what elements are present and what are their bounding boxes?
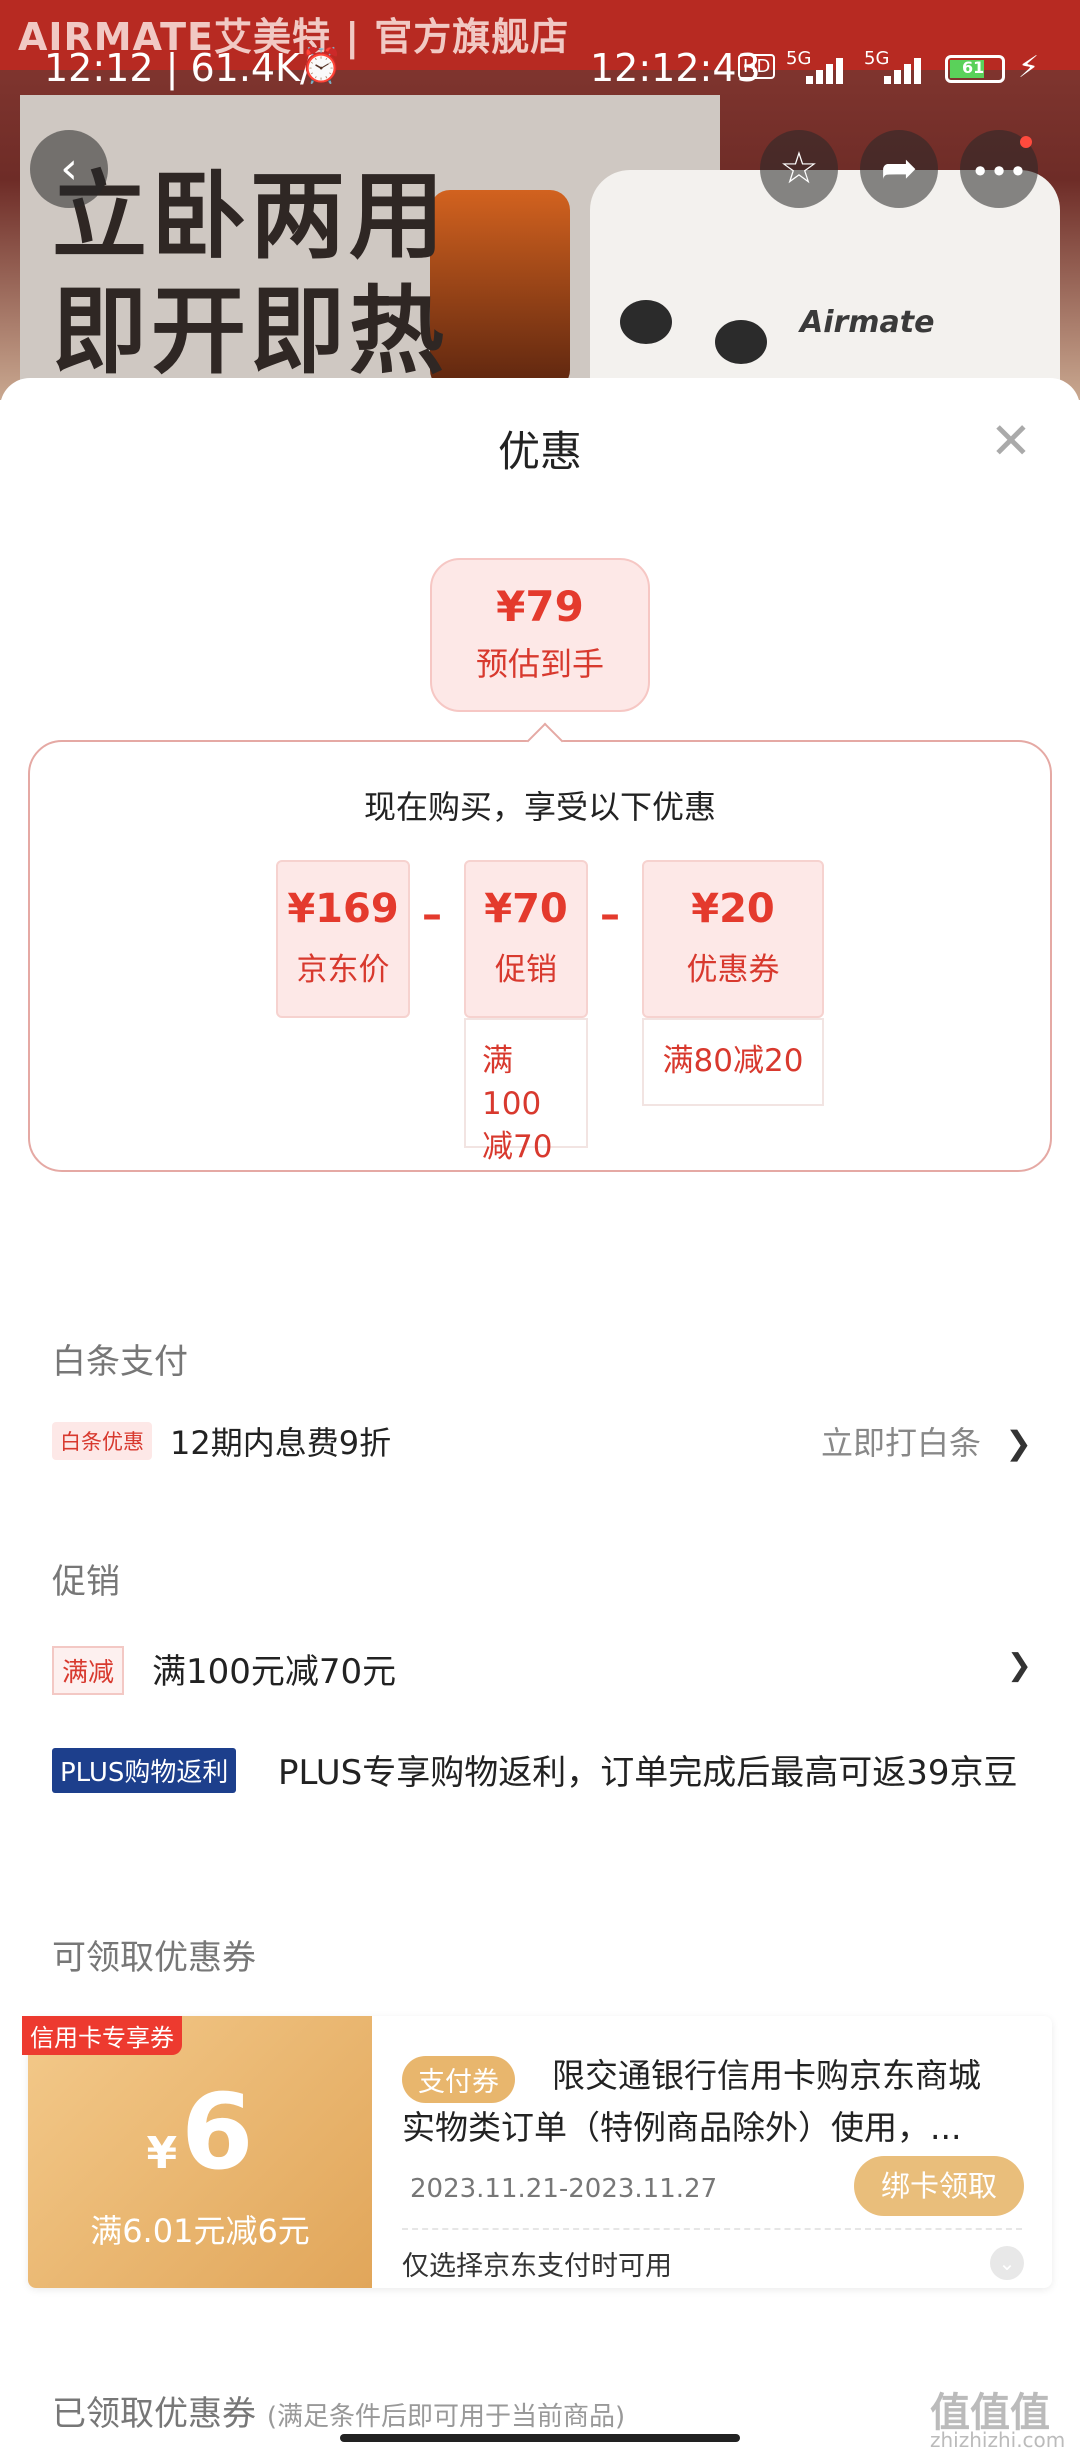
status-clock-speed: 12:12 | 61.4K/s — [44, 46, 333, 90]
minus-sign: – — [422, 892, 442, 938]
coupon-amount-value: 6 — [181, 2071, 254, 2193]
signal-icon — [884, 54, 932, 84]
hd-icon: HD — [738, 54, 776, 79]
baitiao-heading: 白条支付 — [52, 1342, 188, 1382]
alarm-icon: ⏰ — [300, 46, 343, 86]
signal-icon — [806, 54, 854, 84]
chevron-right-icon: ❯ — [1005, 1424, 1032, 1462]
full-reduction-tag: 满减 — [52, 1646, 125, 1695]
baitiao-action[interactable]: 立即打白条 ❯ — [821, 1418, 1032, 1464]
coupon-date-range: 2023.11.21-2023.11.27 — [410, 2174, 718, 2204]
more-icon: ••• — [970, 153, 1028, 191]
chevron-left-icon: ‹ — [60, 143, 78, 194]
battery-level: 61 — [962, 58, 985, 77]
promo-condition: 满100减70 — [464, 1018, 588, 1165]
heater-glow — [430, 190, 570, 390]
bind-card-claim-button[interactable]: 绑卡领取 — [854, 2156, 1024, 2216]
minus-sign: – — [600, 892, 620, 938]
claimed-coupons-heading: 已领取优惠券 (满足条件后即可用于当前商品) — [52, 2386, 625, 2435]
claimed-heading-text: 已领取优惠券 — [52, 2394, 256, 2434]
slogan-line: 立卧两用 — [52, 162, 449, 272]
star-icon: ☆ — [779, 143, 819, 194]
baitiao-text: 12期内息费9折 — [170, 1424, 392, 1462]
slogan-line: 即开即热 — [52, 277, 449, 387]
currency-symbol: ¥ — [146, 2128, 178, 2179]
chip-value: ¥169 — [287, 886, 399, 932]
chevron-down-icon[interactable]: ⌄ — [990, 2246, 1024, 2280]
coupon-condition: 满6.01元减6元 — [90, 2212, 310, 2250]
charging-icon: ⚡ — [1018, 50, 1040, 85]
panda-eye — [715, 320, 767, 364]
baitiao-action-label: 立即打白条 — [821, 1424, 982, 1462]
coupons-heading: 可领取优惠券 — [52, 1938, 256, 1978]
battery-icon: 61 — [945, 55, 1005, 83]
panel-heading: 现在购买，享受以下优惠 — [363, 788, 716, 826]
promo-text: 满100元减70元 — [152, 1652, 397, 1692]
baitiao-tag: 白条优惠 — [52, 1422, 152, 1460]
promo-row-discount[interactable]: 满减 满100元减70元 ❯ — [52, 1644, 1032, 1695]
chip-value: ¥20 — [691, 886, 775, 932]
coupon-card: 信用卡专享券 ¥6 满6.01元减6元 限交通银行信用卡购京东商城实物类订单（特… — [22, 2016, 1052, 2288]
coupon-amount-panel: 信用卡专享券 ¥6 满6.01元减6元 — [22, 2016, 372, 2288]
estimated-label: 预估到手 — [475, 645, 604, 683]
home-indicator[interactable] — [340, 2434, 740, 2442]
chip-label: 优惠券 — [686, 952, 780, 988]
watermark-url: zhizhizhi.com — [930, 2428, 1066, 2452]
heater-brand: Airmate — [800, 305, 935, 340]
promo-row-plus: PLUS购物返利 PLUS专享购物返利，订单完成后最高可返39京豆 — [52, 1746, 1032, 1856]
chip-value: ¥70 — [484, 886, 568, 932]
estimated-price: ¥79 — [496, 582, 584, 631]
price-breakdown-panel: 现在购买，享受以下优惠 ¥169 京东价 – ¥70 促销 满100减70 – … — [28, 722, 1052, 1172]
sheet-title: 优惠 — [497, 427, 582, 476]
status-bar: 12:12 | 61.4K/s ⏰ 12:12:43 HD 5G 5G 61 ⚡ — [0, 40, 1080, 100]
panda-eye — [620, 300, 672, 344]
coupon-amount: ¥6 — [28, 2071, 372, 2193]
estimated-price-card: ¥79 预估到手 — [430, 558, 650, 712]
chip-label: 促销 — [495, 952, 557, 988]
credit-card-tag: 信用卡专享券 — [22, 2016, 182, 2055]
payment-coupon-tag: 支付券 — [402, 2056, 515, 2103]
coupon-condition: 满80减20 — [642, 1018, 824, 1106]
favorite-button[interactable]: ☆ — [760, 130, 838, 208]
promo-chip: ¥70 促销 — [464, 860, 588, 1018]
divider — [402, 2228, 1022, 2230]
baitiao-row[interactable]: 白条优惠 12期内息费9折 立即打白条 ❯ — [52, 1418, 1032, 1468]
status-time: 12:12:43 — [590, 46, 761, 90]
coupon-chip: ¥20 优惠券 — [642, 860, 824, 1018]
plus-rebate-tag: PLUS购物返利 — [52, 1748, 237, 1793]
chip-label: 京东价 — [296, 952, 390, 988]
share-button[interactable]: ➦ — [860, 130, 938, 208]
notification-dot — [1020, 136, 1032, 148]
coupon-note: 仅选择京东支付时可用 — [402, 2251, 672, 2282]
plus-rebate-text: PLUS专享购物返利，订单完成后最高可返39京豆 — [278, 1753, 1018, 1793]
chevron-right-icon: ❯ — [1006, 1648, 1032, 1683]
panel-notch — [526, 722, 564, 760]
claimed-hint: (满足条件后即可用于当前商品) — [266, 2402, 626, 2432]
more-button[interactable]: ••• — [960, 130, 1038, 208]
share-icon: ➦ — [880, 143, 918, 194]
close-icon[interactable]: ✕ — [990, 416, 1032, 466]
back-button[interactable]: ‹ — [30, 130, 108, 208]
jd-price-chip: ¥169 京东价 — [276, 860, 410, 1018]
promo-heading: 促销 — [52, 1562, 120, 1602]
product-slogan: 立卧两用 即开即热 — [52, 160, 448, 390]
